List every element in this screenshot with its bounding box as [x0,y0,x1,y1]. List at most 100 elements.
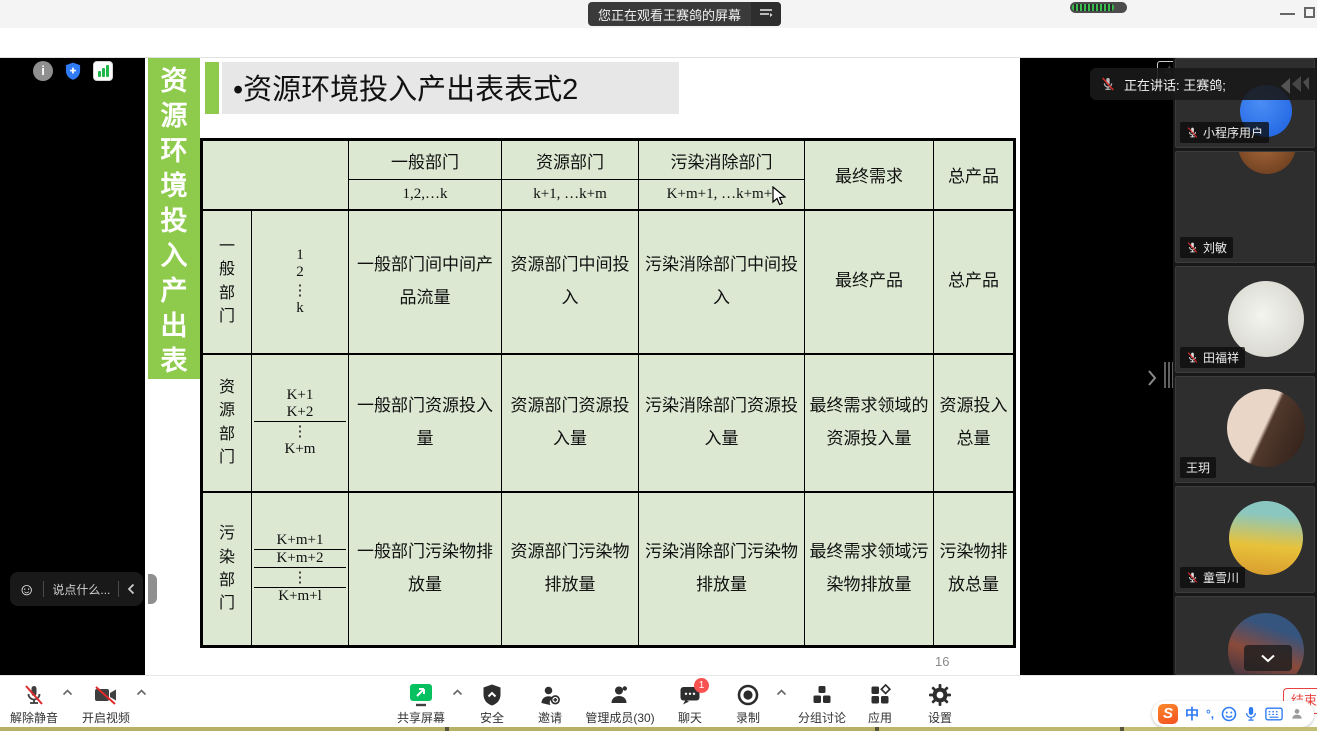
table-subheader: 1,2,…k [349,180,502,210]
security-shield-icon[interactable] [63,61,83,81]
table-subheader: k+1, …k+m [502,180,639,210]
row-index: K+m+2 [254,550,346,568]
security-button[interactable]: 安全 [470,681,514,726]
camera-muted-icon [93,683,119,707]
table-cell: 总产品 [934,210,1015,354]
unmute-button[interactable]: 解除静音 [8,681,60,726]
participant-tile[interactable]: 田福祥 [1175,266,1315,373]
scroll-participants-button[interactable] [1244,645,1292,671]
background-window-edge [0,727,1317,731]
chat-unread-badge: 1 [694,678,709,693]
meeting-window: 您正在观看王赛鸽的屏幕 i 42:38 [0,0,1317,731]
ime-tray[interactable]: S 中 °, [1152,701,1314,727]
participant-name-chip: 童雪川 [1180,567,1245,588]
row-index: K+2 [254,404,346,422]
maximize-button[interactable] [1304,7,1315,18]
window-titlebar: 您正在观看王赛鸽的屏幕 [0,0,1317,28]
meeting-infobar: i 42:38 演讲者视图 [0,28,1317,58]
table-row: 污染部门 K+m+1 K+m+2 ⋮ K+m+l 一般部门污染物排放量 资源部门… [202,492,1015,647]
row-index: ⋮ [254,422,346,441]
signal-bars-icon [1072,4,1114,11]
participant-tile[interactable] [1175,596,1315,675]
avatar [1238,151,1296,174]
chat-bar-handle[interactable] [148,574,157,604]
record-button[interactable]: 录制 [726,681,770,726]
start-video-button[interactable]: 开启视频 [80,681,132,726]
meeting-toolbar: 解除静音 开启视频 共享屏幕 [0,675,1317,727]
watermark-logo [1277,72,1311,96]
meeting-info-icon[interactable]: i [33,61,53,81]
collapse-chat-icon[interactable] [127,583,135,595]
row-index: ⋮ [254,568,346,588]
divider [118,581,119,597]
row-index: 2 [254,264,346,281]
ime-keyboard-icon[interactable] [1265,707,1283,721]
table-header: 污染消除部门 [639,140,805,180]
slide-vertical-banner: 资源环境投入产出表 [148,58,200,379]
table-cell: 资源部门污染物排放量 [502,492,639,647]
chevron-down-icon [1260,654,1276,663]
manage-members-button[interactable]: 管理成员(30) [578,681,662,726]
ime-mode-indicator[interactable]: 中 [1185,704,1199,724]
video-options-chevron[interactable] [136,689,147,696]
apps-button[interactable]: 应用 [858,681,902,726]
record-options-chevron[interactable] [776,689,787,696]
menu-icon [759,8,773,20]
participant-tile[interactable]: 童雪川 [1175,486,1315,593]
table-cell: 最终需求领域污染物排放量 [805,492,934,647]
slide-page-number: 16 [935,654,949,669]
table-cell: 污染消除部门资源投入量 [639,354,805,492]
row-index: 1 [254,247,346,264]
tray-person-icon[interactable] [1290,707,1304,721]
unmute-label: 解除静音 [8,709,60,726]
breakout-rooms-button[interactable]: 分组讨论 [794,681,850,726]
share-screen-icon [408,682,434,707]
watching-banner: 您正在观看王赛鸽的屏幕 [588,2,781,26]
share-screen-button[interactable]: 共享屏幕 [393,681,449,726]
breakout-rooms-label: 分组讨论 [794,709,850,726]
table-row: 资源部门 K+1 K+2 ⋮ K+m 一般部门资源投入量 资源部门资源投入量 污… [202,354,1015,492]
row-group-label: 资源部门 [218,376,236,469]
mic-muted-icon [1186,351,1199,364]
sogou-logo-icon[interactable]: S [1158,704,1178,724]
mic-muted-icon [1186,126,1199,139]
participant-tile[interactable]: 刘敏 [1175,151,1315,263]
mic-muted-icon [1186,571,1199,584]
members-icon [608,683,632,707]
row-index: K+1 [254,387,346,404]
share-options-chevron[interactable] [452,689,463,696]
table-header: 资源部门 [502,140,639,180]
avatar [1228,281,1304,357]
minimize-button[interactable] [1280,13,1295,15]
quick-chat-bar[interactable]: ☺ 说点什么... [10,572,143,606]
chat-input-placeholder[interactable]: 说点什么... [52,581,110,598]
table-header: 一般部门 [349,140,502,180]
slide-title: •资源环境投入产出表表式2 [233,66,578,108]
table-cell: 资源投入总量 [934,354,1015,492]
settings-gear-icon [928,683,952,707]
ime-emoji-icon[interactable] [1221,706,1237,722]
security-icon [480,683,504,707]
row-group-label: 一般部门 [218,235,236,328]
participant-tile[interactable]: 王玥 [1175,376,1315,483]
table-cell: 最终需求领域的资源投入量 [805,354,934,492]
row-index: K+m+1 [254,532,346,550]
speaking-text: 正在讲话: 王赛鸽; [1124,75,1226,94]
network-signal-indicator [1070,2,1127,13]
table-cell: 污染消除部门中间投入 [639,210,805,354]
statistics-icon[interactable] [93,61,113,81]
chat-button[interactable]: 聊天 1 [668,681,712,726]
invite-button[interactable]: 邀请 [528,681,572,726]
mic-options-chevron[interactable] [62,689,73,696]
table-corner-cell [202,140,349,210]
ime-punctuation-indicator[interactable]: °, [1206,707,1214,721]
security-label: 安全 [470,709,514,726]
ime-mic-icon[interactable] [1244,706,1258,722]
banner-menu-button[interactable] [751,2,781,26]
table-cell: 一般部门资源投入量 [349,354,502,492]
sidebar-expand-chevron[interactable] [1146,368,1158,388]
row-index: K+m [254,441,346,458]
emoji-icon[interactable]: ☺ [18,581,35,598]
settings-button[interactable]: 设置 [918,681,962,726]
breakout-rooms-icon [810,683,834,707]
